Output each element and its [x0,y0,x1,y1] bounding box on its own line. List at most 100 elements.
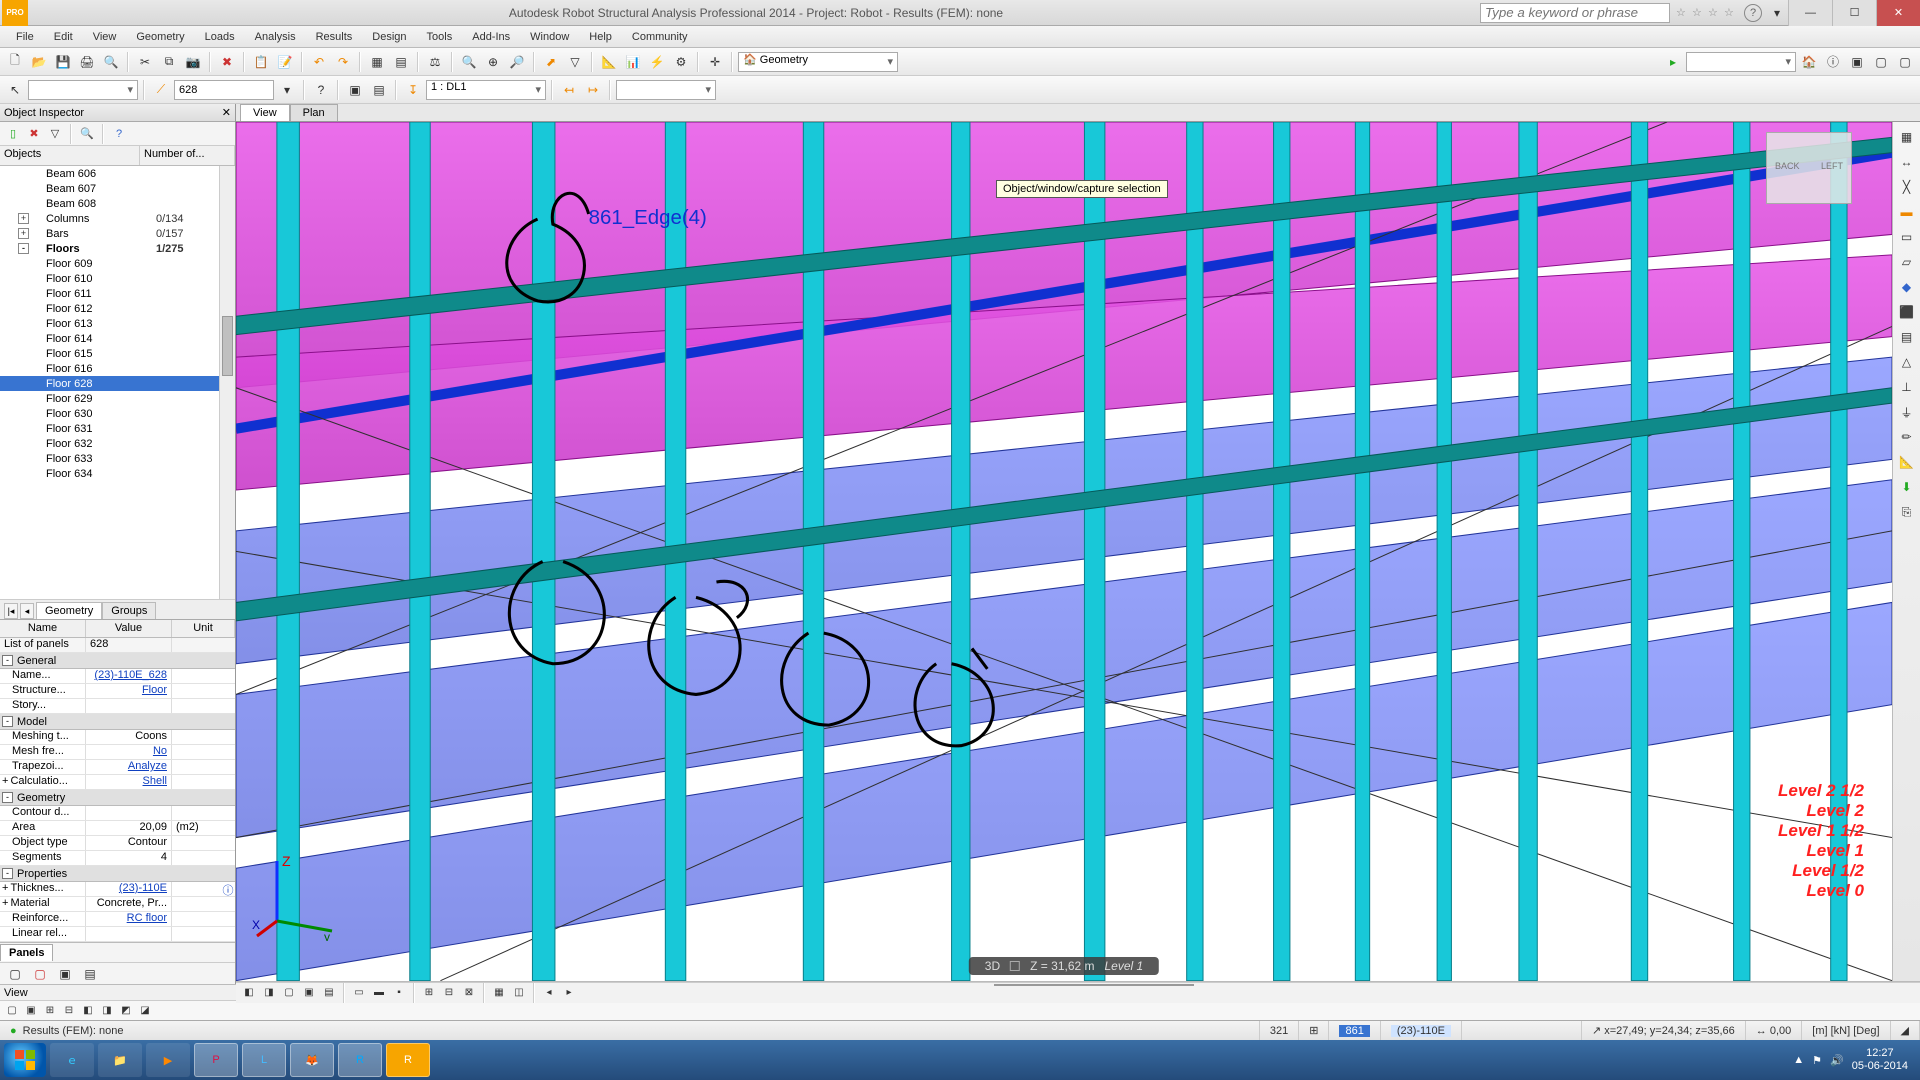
preview-icon[interactable]: 🔍 [100,51,122,73]
zoom-extents-icon[interactable]: ⊕ [482,51,504,73]
open-icon[interactable]: 📂 [28,51,50,73]
r-tool-icon[interactable]: ⊥ [1896,376,1918,398]
tree-group[interactable]: -Floors1/275 [0,241,235,256]
edit-icon[interactable]: 📝 [274,51,296,73]
props-value[interactable] [86,806,172,820]
bar-selection-input[interactable] [174,80,274,100]
taskbar-firefox-icon[interactable]: 🦊 [290,1043,334,1077]
props-value[interactable] [86,699,172,713]
vb-icon[interactable]: ▬ [370,984,388,1002]
props-value[interactable] [86,927,172,941]
menu-loads[interactable]: Loads [195,31,245,43]
copy-icon[interactable]: ⧉ [158,51,180,73]
zoom-prev-icon[interactable]: 🔎 [506,51,528,73]
viewport-scrollbar-h[interactable] [236,981,1920,982]
props-row[interactable]: Object typeContour [0,836,235,851]
tree-head-number[interactable]: Number of... [140,146,235,165]
r-tool-icon[interactable]: ✏ [1896,426,1918,448]
cut-icon[interactable]: ✂ [134,51,156,73]
vb-icon[interactable]: ▣ [300,984,318,1002]
props-value[interactable]: 20,09 [86,821,172,835]
paste-icon[interactable]: 📋 [250,51,272,73]
help-arrow-icon[interactable]: ▸ [1662,51,1684,73]
menu-window[interactable]: Window [520,31,579,43]
grid-icon[interactable]: ▦ [366,51,388,73]
loadcase-dropdown[interactable]: 1 : DL1 [426,80,546,100]
r-tool-icon[interactable]: ⬇ [1896,476,1918,498]
table-icon[interactable]: ▤ [390,51,412,73]
props-row[interactable]: Structure...Floor [0,684,235,699]
menu-tools[interactable]: Tools [417,31,463,43]
tree-item[interactable]: Floor 614 [0,331,235,346]
select-icon[interactable]: ⬈ [540,51,562,73]
tree-item[interactable]: Floor 631 [0,421,235,436]
vb-icon[interactable]: ▪ [390,984,408,1002]
star-icon[interactable]: ☆ [1724,6,1738,20]
menu-analysis[interactable]: Analysis [245,31,306,43]
menu-add-ins[interactable]: Add-Ins [462,31,520,43]
r-tool-icon[interactable]: ▦ [1896,126,1918,148]
vb-icon[interactable]: ▭ [350,984,368,1002]
tree-item[interactable]: Beam 606 [0,166,235,181]
r-tool-icon[interactable]: ▱ [1896,251,1918,273]
vb-icon[interactable]: ▢ [280,984,298,1002]
collapse-icon[interactable]: - [2,792,13,803]
tree-item[interactable]: Floor 634 [0,466,235,481]
props-section[interactable]: -Geometry [0,790,235,806]
collapse-icon[interactable]: - [2,868,13,879]
filter1-icon[interactable]: ▯ [4,125,22,143]
mode-dropdown[interactable] [616,80,716,100]
tree-group[interactable]: +Bars0/157 [0,226,235,241]
taskbar-app-icon[interactable]: L [242,1043,286,1077]
props-value[interactable]: Shell [86,775,172,789]
measure-icon[interactable]: 📐 [598,51,620,73]
filter2-icon[interactable]: ✖ [25,125,43,143]
expand-icon[interactable]: - [18,243,29,254]
tree-item[interactable]: Beam 607 [0,181,235,196]
props-row[interactable]: Story... [0,699,235,714]
tree-item[interactable]: Floor 611 [0,286,235,301]
lb-icon[interactable]: ▣ [54,963,76,985]
tab-geometry[interactable]: Geometry [36,602,102,619]
taskbar-explorer-icon[interactable]: 📁 [98,1043,142,1077]
tree-head-objects[interactable]: Objects [0,146,140,165]
menu-community[interactable]: Community [622,31,698,43]
screenshot-icon[interactable]: 📷 [182,51,204,73]
props-row[interactable]: Meshing t...Coons [0,730,235,745]
tree-item[interactable]: Floor 629 [0,391,235,406]
inspector-close-icon[interactable]: ✕ [222,106,231,119]
tree-item[interactable]: Floor 633 [0,451,235,466]
load-icon[interactable]: ↧ [402,79,424,101]
redo-icon[interactable]: ↷ [332,51,354,73]
props-row[interactable]: Contour d... [0,806,235,821]
vb-icon[interactable]: ⊠ [460,984,478,1002]
tree-item[interactable]: Beam 608 [0,196,235,211]
vb-nav-icon[interactable]: ◂ [540,984,558,1002]
tab-nav-prev[interactable]: ◂ [20,603,34,619]
dropdown-icon[interactable]: ▾ [1766,2,1788,24]
props-section[interactable]: -Properties [0,866,235,882]
display-icon[interactable]: ▣ [1846,51,1868,73]
props-value[interactable]: Concrete, Pr... [86,897,172,911]
props-value[interactable]: Analyze [86,760,172,774]
taskbar-media-icon[interactable]: ▶ [146,1043,190,1077]
props-row[interactable]: Reinforce...RC floor [0,912,235,927]
props-row[interactable]: Linear rel... [0,927,235,942]
help-small-icon[interactable]: ? [310,79,332,101]
selection-type-dropdown[interactable] [1686,52,1796,72]
vb-icon[interactable]: ▦ [490,984,508,1002]
funnel-icon[interactable]: ▽ [46,125,64,143]
r-tool-icon[interactable]: ▤ [1896,326,1918,348]
save-icon[interactable]: 💾 [52,51,74,73]
expand-icon[interactable]: + [2,897,8,909]
props-row[interactable]: +Thicknes...(23)-110Eⓘ [0,882,235,897]
vb-icon[interactable]: ⊟ [440,984,458,1002]
tree-item[interactable]: Floor 612 [0,301,235,316]
collapse-icon[interactable]: - [2,655,13,666]
help2-icon[interactable]: ? [110,125,128,143]
viewport-info-bar[interactable]: 3D Z = 31,62 m Level 1 [969,957,1159,975]
props-value[interactable]: Contour [86,836,172,850]
snap-icon[interactable]: ✛ [704,51,726,73]
taskbar-robot-icon[interactable]: R [386,1043,430,1077]
props-value[interactable]: Floor [86,684,172,698]
